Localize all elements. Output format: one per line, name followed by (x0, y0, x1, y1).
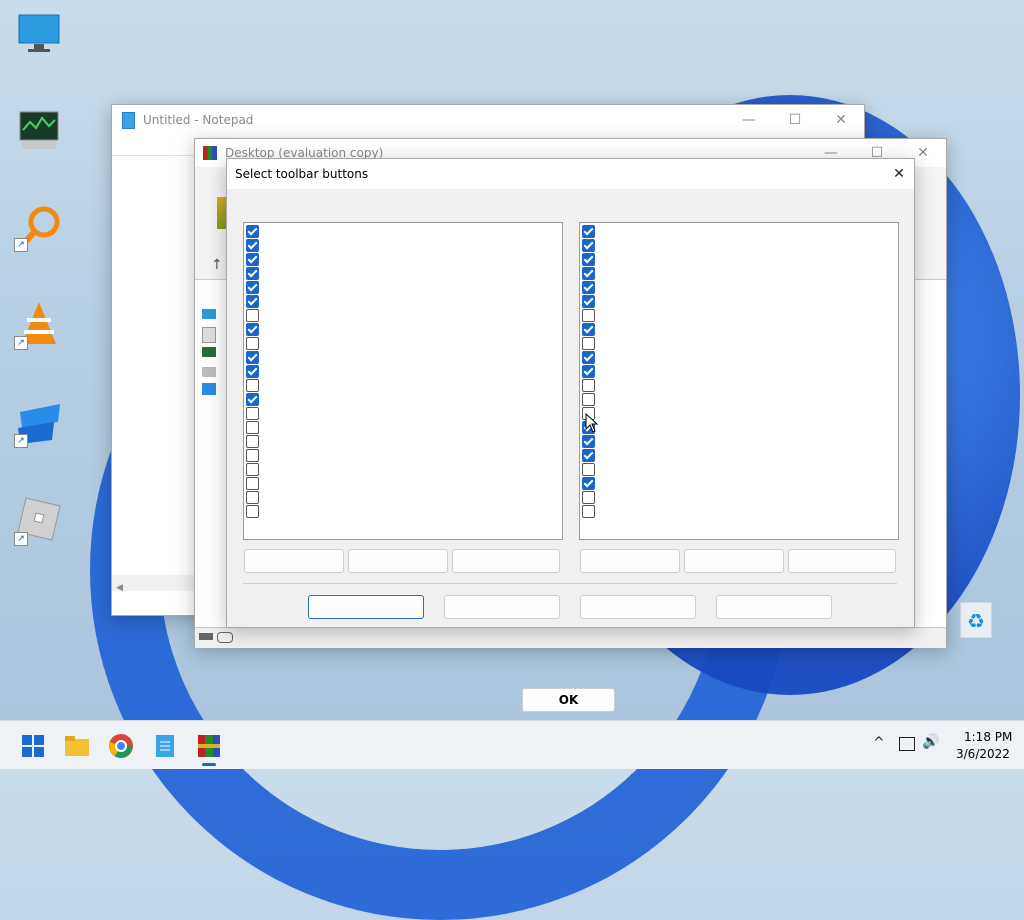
toolbar-button-checkbox[interactable] (246, 463, 259, 476)
toolbar-button-checkbox[interactable] (582, 309, 595, 322)
maximize-button[interactable]: ☐ (772, 112, 818, 128)
toolbar-button-checkbox[interactable] (246, 295, 259, 308)
toolbar-button-checkbox[interactable] (246, 365, 259, 378)
this-pc-icon[interactable] (14, 12, 64, 62)
active-app-indicator (202, 763, 216, 766)
clock-time[interactable]: 1:18 PM (964, 730, 1012, 744)
select-toolbar-dialog[interactable]: Select toolbar buttons ✕ (226, 158, 915, 628)
toolbar-button-checkbox[interactable] (582, 281, 595, 294)
dialog-divider (243, 583, 897, 584)
toolbar-button-checkbox[interactable] (582, 393, 595, 406)
toolbar-button-checkbox[interactable] (582, 477, 595, 490)
scroll-left-icon[interactable]: ◀ (116, 583, 123, 593)
toolbar-button-checkbox[interactable] (246, 435, 259, 448)
left-list-button-1[interactable] (244, 549, 344, 573)
toolbar-button-checkbox[interactable] (246, 449, 259, 462)
toolbar-button-checkbox[interactable] (582, 351, 595, 364)
left-list-button-2[interactable] (348, 549, 448, 573)
mouse-cursor-icon (585, 413, 599, 433)
taskbar: ^ 🔊 1:18 PM 3/6/2022 (0, 720, 1024, 769)
toolbar-button-checkbox[interactable] (582, 267, 595, 280)
svg-text:♻: ♻ (967, 609, 985, 633)
toolbar-button-checkbox[interactable] (582, 435, 595, 448)
toolbar-button-checkbox[interactable] (582, 337, 595, 350)
toolbar-button-checkbox[interactable] (582, 449, 595, 462)
right-list-button-3[interactable] (788, 549, 896, 573)
dialog-title: Select toolbar buttons (235, 167, 369, 181)
toolbar-button-checkbox[interactable] (246, 477, 259, 490)
toolbar-button-checkbox[interactable] (246, 323, 259, 336)
network-icon[interactable] (899, 737, 915, 751)
toolbar-button-checkbox[interactable] (582, 323, 595, 336)
toolbar-button-checkbox[interactable] (246, 407, 259, 420)
chrome-icon[interactable] (108, 733, 134, 759)
drive-icon (202, 367, 216, 377)
toolbar-button-checkbox[interactable] (582, 253, 595, 266)
toolbar-button-checkbox[interactable] (246, 225, 259, 238)
folder-icon (202, 309, 216, 319)
right-list-button-2[interactable] (684, 549, 784, 573)
toolbar-button-checkbox[interactable] (582, 379, 595, 392)
toolbar-button-checkbox[interactable] (582, 505, 595, 518)
shortcut-arrow-icon: ↗ (14, 336, 28, 350)
winrar-taskbar-icon[interactable] (196, 733, 222, 759)
toolbar-button-checkbox[interactable] (582, 225, 595, 238)
app-icon (202, 383, 216, 395)
toolbar-button-checkbox[interactable] (582, 491, 595, 504)
toolbar-button-checkbox[interactable] (246, 267, 259, 280)
status-bar (195, 627, 946, 648)
toolbar-button-checkbox[interactable] (246, 421, 259, 434)
left-list-button-3[interactable] (452, 549, 560, 573)
clock-date[interactable]: 3/6/2022 (956, 747, 1010, 761)
dialog-titlebar[interactable]: Select toolbar buttons ✕ (227, 159, 914, 189)
keyboard-icon (199, 633, 213, 640)
toolbar-button-checkbox[interactable] (582, 295, 595, 308)
file-icon (202, 327, 216, 343)
toolbar-button-checkbox[interactable] (246, 239, 259, 252)
file-explorer-icon[interactable] (64, 733, 90, 759)
right-checkbox-list[interactable] (579, 222, 899, 540)
minimize-button[interactable]: — (726, 112, 772, 128)
toolbar-button-checkbox[interactable] (246, 351, 259, 364)
shortcut-arrow-icon: ↗ (14, 434, 28, 448)
start-button[interactable] (20, 733, 46, 759)
toolbar-button-checkbox[interactable] (246, 337, 259, 350)
ok-button[interactable]: OK (522, 688, 615, 712)
dialog-button-2[interactable] (444, 595, 560, 619)
task-manager-icon[interactable] (14, 108, 64, 158)
close-button[interactable]: ✕ (818, 112, 864, 128)
volume-icon[interactable]: 🔊 (922, 734, 939, 750)
recycle-bin-icon[interactable]: ♻ (956, 598, 996, 640)
notepad-title: Untitled - Notepad (143, 113, 254, 127)
toolbar-button-checkbox[interactable] (582, 463, 595, 476)
close-button[interactable]: ✕ (884, 166, 914, 182)
toolbar-button-checkbox[interactable] (246, 281, 259, 294)
key-icon (217, 632, 233, 643)
shortcut-arrow-icon: ↗ (14, 238, 28, 252)
notepad-icon (122, 111, 135, 129)
notepad-titlebar[interactable]: Untitled - Notepad — ☐ ✕ (112, 105, 864, 135)
toolbar-button-checkbox[interactable] (582, 239, 595, 252)
dialog-button-3[interactable] (580, 595, 696, 619)
toolbar-button-checkbox[interactable] (246, 505, 259, 518)
dialog-button-1[interactable] (308, 595, 424, 619)
up-arrow-icon[interactable]: ↑ (211, 257, 223, 273)
show-hidden-icons-chevron[interactable]: ^ (873, 735, 885, 751)
right-list-button-1[interactable] (580, 549, 680, 573)
notepad-scrollbar-horizontal[interactable]: ◀ (112, 575, 194, 593)
winrar-icon (203, 146, 217, 160)
toolbar-button-checkbox[interactable] (246, 491, 259, 504)
left-checkbox-list[interactable] (243, 222, 563, 540)
monitor-icon (202, 347, 216, 357)
toolbar-button-checkbox[interactable] (246, 309, 259, 322)
notepad-taskbar-icon[interactable] (152, 733, 178, 759)
dialog-button-4[interactable] (716, 595, 832, 619)
toolbar-button-checkbox[interactable] (246, 253, 259, 266)
toolbar-button-checkbox[interactable] (582, 365, 595, 378)
toolbar-button-checkbox[interactable] (246, 379, 259, 392)
shortcut-arrow-icon: ↗ (14, 532, 28, 546)
toolbar-button-checkbox[interactable] (246, 393, 259, 406)
